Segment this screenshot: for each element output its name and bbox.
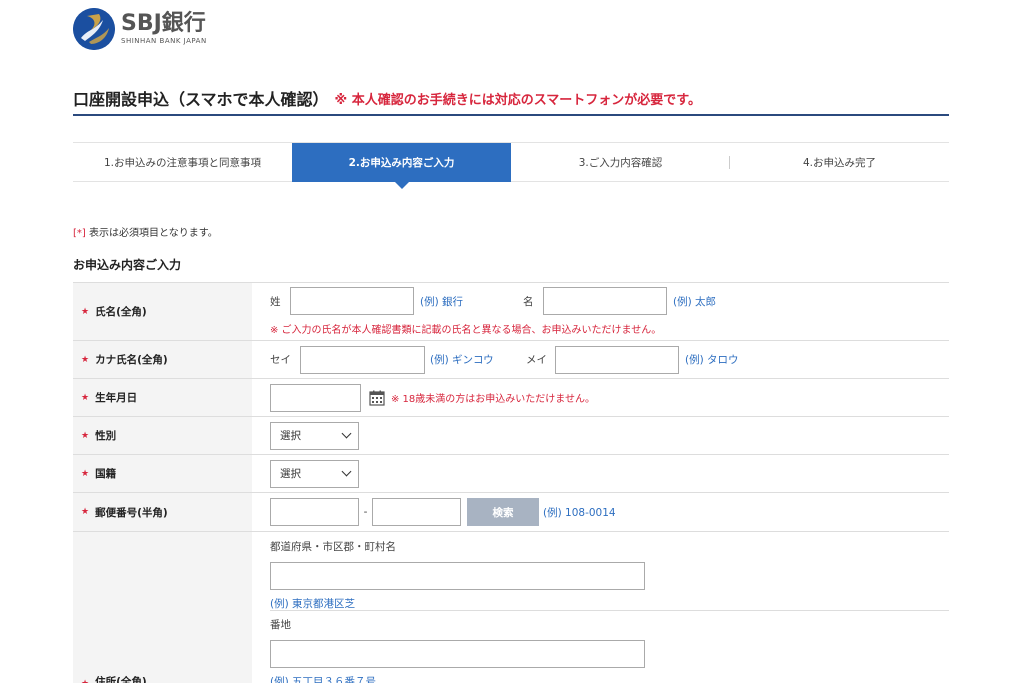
first-name-example: (例) 太郎 bbox=[673, 295, 717, 308]
nationality-value-cell: 選択 bbox=[252, 455, 949, 492]
kana-mei-label: メイ bbox=[526, 354, 547, 366]
birthdate-input[interactable] bbox=[270, 383, 361, 412]
gender-label: 性別 bbox=[95, 430, 117, 442]
calendar-icon[interactable] bbox=[369, 390, 385, 406]
required-note-text: 表示は必須項目となります。 bbox=[85, 228, 218, 239]
nationality-label: 国籍 bbox=[95, 468, 117, 480]
city-block: 都道府県・市区郡・町村名 (例) 東京都港区芝 bbox=[270, 532, 949, 611]
name-value-cell: 姓 (例) 銀行 名 (例) 太郎 ※ ご入力の氏名が本人確認書類に記載の氏名と… bbox=[252, 283, 949, 340]
required-star-icon: ★ bbox=[81, 430, 90, 441]
street-input[interactable] bbox=[270, 640, 645, 668]
smartphone-required-note: ※ 本人確認のお手続きには対応のスマートフォンが必要です。 bbox=[334, 93, 702, 108]
nationality-label-cell: ★ 国籍 bbox=[73, 455, 252, 492]
required-star-icon: ★ bbox=[81, 507, 90, 517]
nationality-selected: 選択 bbox=[280, 468, 301, 480]
gender-selected: 選択 bbox=[280, 430, 301, 442]
postal-code-second-input[interactable] bbox=[372, 498, 461, 526]
postal-label: 郵便番号(半角) bbox=[95, 506, 168, 519]
gender-value-cell: 選択 bbox=[252, 417, 949, 454]
kana-row: ★ カナ氏名(全角) セイ (例) ギンコウ メイ (例) タロウ bbox=[73, 341, 949, 379]
postal-code-first-input[interactable] bbox=[270, 498, 359, 526]
step-4: 4.お申込み完了 bbox=[730, 143, 949, 182]
required-fields-note: [*] 表示は必須項目となります。 bbox=[73, 224, 218, 239]
name-warning: ※ ご入力の氏名が本人確認書類に記載の氏名と異なる場合、お申込みいただけません。 bbox=[270, 325, 662, 336]
city-input[interactable] bbox=[270, 562, 645, 590]
name-label-cell: ★ 氏名(全角) bbox=[73, 283, 252, 340]
required-mark: [*] bbox=[73, 228, 86, 239]
nationality-select[interactable]: 選択 bbox=[270, 459, 359, 488]
name-row: ★ 氏名(全角) 姓 (例) 銀行 名 (例) 太郎 ※ ご入力の氏名が本人確認書… bbox=[73, 283, 949, 341]
birthdate-label-cell: ★ 生年月日 bbox=[73, 379, 252, 416]
birthdate-label: 生年月日 bbox=[95, 392, 138, 404]
step-1: 1.お申込みの注意事項と同意事項 bbox=[73, 143, 292, 182]
chevron-down-icon bbox=[341, 428, 352, 439]
required-star-icon: ★ bbox=[81, 468, 90, 479]
step-4-label: 4.お申込み完了 bbox=[802, 157, 877, 169]
last-name-example: (例) 銀行 bbox=[420, 295, 464, 308]
section-title: お申込み内容ご入力 bbox=[73, 258, 182, 272]
progress-steps: 1.お申込みの注意事項と同意事項 2.お申込み内容ご入力 3.ご入力内容確認 4… bbox=[73, 142, 949, 189]
mei-label: 名 bbox=[523, 295, 534, 308]
address-row: ★ 住所(全角) 都道府県・市区郡・町村名 (例) 東京都港区芝 番地 (例) 五… bbox=[73, 532, 949, 683]
gender-select[interactable]: 選択 bbox=[270, 421, 359, 450]
first-name-kana-example: (例) タロウ bbox=[685, 354, 739, 366]
kana-label-cell: ★ カナ氏名(全角) bbox=[73, 341, 252, 378]
street-example: (例) 五丁目３６番７号 bbox=[270, 676, 377, 683]
bank-subtitle: SHINHAN BANK JAPAN bbox=[121, 37, 207, 45]
postal-separator: - bbox=[363, 506, 368, 518]
gender-row: ★ 性別 選択 bbox=[73, 417, 949, 455]
bank-logo[interactable]: SBJ銀行 SHINHAN BANK JAPAN bbox=[73, 8, 207, 50]
last-name-kana-input[interactable] bbox=[300, 345, 425, 374]
name-label: 氏名(全角) bbox=[95, 306, 147, 318]
first-name-kana-input[interactable] bbox=[555, 345, 679, 374]
postal-example: (例) 108-0014 bbox=[543, 506, 616, 519]
kana-sei-label: セイ bbox=[270, 354, 291, 366]
step-2-label: 2.お申込み内容ご入力 bbox=[348, 157, 455, 169]
address-label-cell: ★ 住所(全角) bbox=[73, 532, 252, 683]
street-label: 番地 bbox=[270, 619, 291, 631]
chevron-down-icon bbox=[341, 466, 352, 477]
step-3-label: 3.ご入力内容確認 bbox=[578, 157, 663, 169]
application-form: ★ 氏名(全角) 姓 (例) 銀行 名 (例) 太郎 ※ ご入力の氏名が本人確認書… bbox=[73, 282, 949, 683]
step-2-active: 2.お申込み内容ご入力 bbox=[292, 143, 511, 189]
address-label: 住所(全角) bbox=[95, 676, 147, 683]
kana-label: カナ氏名(全角) bbox=[95, 354, 168, 366]
sbj-logo-icon bbox=[73, 8, 115, 50]
birthdate-value-cell: ※ 18歳未満の方はお申込みいただけません。 bbox=[252, 379, 949, 416]
step-1-label: 1.お申込みの注意事項と同意事項 bbox=[103, 157, 262, 169]
required-star-icon: ★ bbox=[81, 306, 90, 317]
city-example: (例) 東京都港区芝 bbox=[270, 598, 356, 610]
sei-label: 姓 bbox=[270, 295, 281, 308]
required-star-icon: ★ bbox=[81, 392, 90, 403]
postal-search-button[interactable]: 検索 bbox=[467, 498, 539, 526]
age-warning: ※ 18歳未満の方はお申込みいただけません。 bbox=[391, 394, 595, 405]
nationality-row: ★ 国籍 選択 bbox=[73, 455, 949, 493]
required-star-icon: ★ bbox=[81, 354, 90, 365]
kana-value-cell: セイ (例) ギンコウ メイ (例) タロウ bbox=[252, 341, 949, 378]
page-header: 口座開設申込（スマホで本人確認） ※ 本人確認のお手続きには対応のスマートフォン… bbox=[73, 86, 949, 116]
required-star-icon: ★ bbox=[81, 679, 89, 683]
gender-label-cell: ★ 性別 bbox=[73, 417, 252, 454]
postal-value-cell: - 検索 (例) 108-0014 bbox=[252, 493, 949, 531]
birthdate-row: ★ 生年月日 ※ 18歳未満の方はお申込みいただけません。 bbox=[73, 379, 949, 417]
last-name-input[interactable] bbox=[290, 287, 414, 315]
city-label: 都道府県・市区郡・町村名 bbox=[270, 541, 396, 553]
first-name-input[interactable] bbox=[543, 287, 667, 315]
postal-label-cell: ★ 郵便番号(半角) bbox=[73, 493, 252, 531]
step-3: 3.ご入力内容確認 bbox=[511, 143, 730, 182]
last-name-kana-example: (例) ギンコウ bbox=[430, 354, 494, 366]
postal-row: ★ 郵便番号(半角) - 検索 (例) 108-0014 bbox=[73, 493, 949, 532]
page-title: 口座開設申込（スマホで本人確認） bbox=[73, 90, 329, 109]
address-value-cell: 都道府県・市区郡・町村名 (例) 東京都港区芝 番地 (例) 五丁目３６番７号 bbox=[252, 532, 949, 683]
street-block: 番地 (例) 五丁目３６番７号 bbox=[270, 611, 949, 683]
bank-name: SBJ銀行 bbox=[121, 11, 206, 36]
